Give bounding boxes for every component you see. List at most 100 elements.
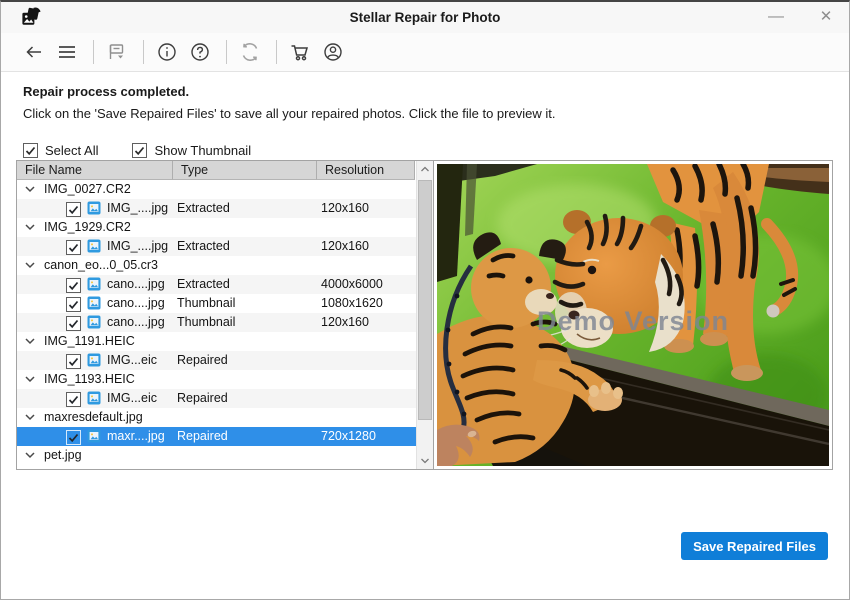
item-type: Repaired — [177, 389, 228, 408]
group-file-name: IMG_0027.CR2 — [44, 180, 131, 199]
item-resolution: 120x160 — [321, 199, 369, 218]
vertical-scrollbar[interactable] — [416, 161, 433, 469]
row-checkbox[interactable] — [66, 297, 81, 312]
row-checkbox[interactable] — [66, 278, 81, 293]
demo-watermark: Demo Version — [537, 306, 729, 336]
row-checkbox[interactable] — [66, 202, 81, 217]
row-checkbox[interactable] — [66, 354, 81, 369]
photo-thumbnail-icon — [87, 277, 101, 291]
table-row-group[interactable]: canon_eo...0_05.cr3 — [17, 256, 416, 275]
row-checkbox[interactable] — [66, 392, 81, 407]
chevron-down-icon[interactable] — [25, 451, 35, 459]
show-thumbnail-label: Show Thumbnail — [154, 143, 251, 158]
chevron-down-icon[interactable] — [25, 337, 35, 345]
photo-thumbnail-icon — [87, 201, 101, 215]
cart-icon[interactable] — [289, 41, 311, 63]
report-flag-icon[interactable] — [106, 41, 128, 63]
item-resolution: 4000x6000 — [321, 275, 383, 294]
filter-row: Select All Show Thumbnail — [23, 143, 285, 158]
group-file-name: canon_eo...0_05.cr3 — [44, 256, 158, 275]
table-row[interactable]: IMG_....jpg Extracted 120x160 — [17, 237, 416, 256]
table-row[interactable]: maxr....jpg Repaired 720x1280 — [17, 427, 416, 446]
scrollbar-thumb[interactable] — [418, 180, 432, 420]
row-checkbox[interactable] — [66, 316, 81, 331]
help-icon[interactable] — [189, 41, 211, 63]
app-window: Stellar Repair for Photo — ✕ — [0, 0, 850, 600]
row-checkbox[interactable] — [66, 430, 81, 445]
item-type: Extracted — [177, 199, 230, 218]
scroll-up-button[interactable] — [417, 161, 433, 178]
item-resolution: 720x1280 — [321, 427, 376, 446]
table-row[interactable]: cano....jpg Thumbnail 120x160 — [17, 313, 416, 332]
toolbar-separator — [276, 40, 277, 64]
title-bar: Stellar Repair for Photo — ✕ — [1, 2, 849, 34]
item-type: Extracted — [177, 237, 230, 256]
header-file-name[interactable]: File Name — [17, 161, 173, 180]
toolbar — [1, 33, 849, 72]
table-row[interactable]: IMG_....jpg Extracted 120x160 — [17, 199, 416, 218]
group-file-name: pet.jpg — [44, 446, 82, 465]
main-panel: File Name Type Resolution IMG_0027.CR2 I… — [16, 160, 833, 470]
table-header: File Name Type Resolution — [17, 161, 415, 180]
table-row-group[interactable]: IMG_1193.HEIC — [17, 370, 416, 389]
item-file-name: maxr....jpg — [107, 427, 165, 446]
select-all-checkbox[interactable]: Select All — [23, 143, 98, 158]
toolbar-separator — [226, 40, 227, 64]
status-instruction: Click on the 'Save Repaired Files' to sa… — [23, 106, 555, 121]
group-file-name: IMG_1191.HEIC — [44, 332, 135, 351]
checkbox-box — [132, 143, 147, 158]
photo-thumbnail-icon — [87, 239, 101, 253]
item-type: Thumbnail — [177, 294, 235, 313]
item-type: Extracted — [177, 275, 230, 294]
account-icon[interactable] — [322, 41, 344, 63]
header-resolution[interactable]: Resolution — [317, 161, 415, 180]
info-icon[interactable] — [156, 41, 178, 63]
table-row[interactable]: cano....jpg Thumbnail 1080x1620 — [17, 294, 416, 313]
item-type: Repaired — [177, 351, 228, 370]
toolbar-separator — [143, 40, 144, 64]
chevron-down-icon[interactable] — [25, 375, 35, 383]
close-button[interactable]: ✕ — [811, 2, 841, 33]
item-type: Repaired — [177, 427, 228, 446]
table-row[interactable]: IMG...eic Repaired — [17, 351, 416, 370]
photo-thumbnail-icon — [87, 353, 101, 367]
toolbar-separator — [93, 40, 94, 64]
table-row-group[interactable]: IMG_1191.HEIC — [17, 332, 416, 351]
row-checkbox[interactable] — [66, 240, 81, 255]
table-row[interactable]: IMG...eic Repaired — [17, 389, 416, 408]
photo-thumbnail-icon — [87, 315, 101, 329]
save-repaired-files-button[interactable]: Save Repaired Files — [681, 532, 828, 560]
file-table-body: IMG_0027.CR2 IMG_....jpg Extracted 120x1… — [17, 180, 416, 465]
table-row[interactable]: cano....jpg Extracted 4000x6000 — [17, 275, 416, 294]
table-row-group[interactable]: pet.jpg — [17, 446, 416, 465]
item-file-name: IMG_....jpg — [107, 199, 168, 218]
menu-icon[interactable] — [56, 41, 78, 63]
minimize-button[interactable]: — — [761, 2, 791, 33]
photo-preview[interactable]: Demo Version — [434, 161, 832, 469]
chevron-down-icon[interactable] — [25, 185, 35, 193]
chevron-down-icon[interactable] — [25, 261, 35, 269]
preview-image: Demo Version — [437, 164, 829, 466]
window-title: Stellar Repair for Photo — [1, 2, 849, 33]
item-resolution: 1080x1620 — [321, 294, 383, 313]
item-type: Thumbnail — [177, 313, 235, 332]
header-type[interactable]: Type — [173, 161, 317, 180]
item-file-name: cano....jpg — [107, 313, 165, 332]
back-arrow-icon[interactable] — [23, 41, 45, 63]
item-resolution: 120x160 — [321, 237, 369, 256]
file-table: File Name Type Resolution IMG_0027.CR2 I… — [17, 161, 434, 469]
photo-thumbnail-icon — [87, 391, 101, 405]
refresh-icon[interactable] — [239, 41, 261, 63]
item-file-name: IMG_....jpg — [107, 237, 168, 256]
item-file-name: cano....jpg — [107, 275, 165, 294]
chevron-down-icon[interactable] — [25, 413, 35, 421]
group-file-name: IMG_1193.HEIC — [44, 370, 135, 389]
table-row-group[interactable]: maxresdefault.jpg — [17, 408, 416, 427]
table-row-group[interactable]: IMG_0027.CR2 — [17, 180, 416, 199]
table-row-group[interactable]: IMG_1929.CR2 — [17, 218, 416, 237]
group-file-name: IMG_1929.CR2 — [44, 218, 131, 237]
show-thumbnail-checkbox[interactable]: Show Thumbnail — [132, 143, 251, 158]
checkbox-box — [23, 143, 38, 158]
scroll-down-button[interactable] — [417, 452, 433, 469]
chevron-down-icon[interactable] — [25, 223, 35, 231]
